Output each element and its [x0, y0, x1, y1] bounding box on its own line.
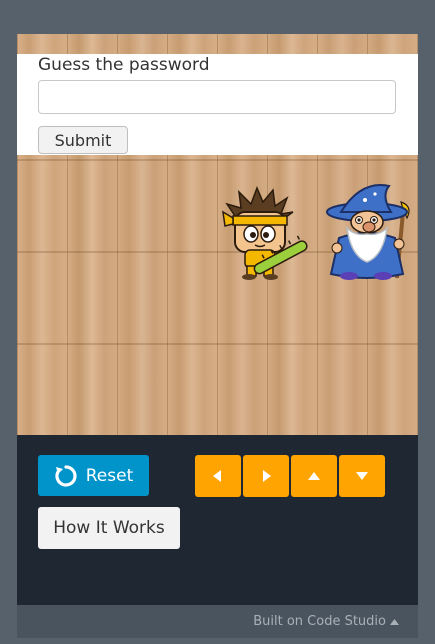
up-arrow-button[interactable]: [291, 455, 337, 497]
password-input[interactable]: [38, 80, 396, 114]
arrow-down-icon: [356, 472, 368, 480]
controls-panel: Reset How It Works: [17, 435, 418, 605]
right-arrow-button[interactable]: [243, 455, 289, 497]
left-arrow-button[interactable]: [195, 455, 241, 497]
app-frame: Guess the password Submit Reset How It W…: [17, 34, 418, 605]
reset-icon: [55, 464, 77, 487]
arrow-right-icon: [263, 470, 271, 482]
built-on-code-studio-link[interactable]: Built on Code Studio: [253, 614, 399, 629]
down-arrow-button[interactable]: [339, 455, 385, 497]
footer-link-label: Built on Code Studio: [253, 614, 386, 629]
reset-label: Reset: [85, 465, 134, 486]
password-label: Guess the password: [38, 55, 210, 75]
footer-bar: Built on Code Studio: [17, 605, 418, 638]
arrow-left-icon: [213, 470, 221, 482]
reset-button[interactable]: Reset: [38, 455, 149, 496]
password-panel: Guess the password Submit: [17, 54, 418, 155]
ninja-sprite: [222, 186, 308, 280]
wizard-sprite: [326, 184, 410, 280]
caret-up-icon: [390, 618, 399, 625]
arrow-up-icon: [308, 472, 320, 480]
submit-button[interactable]: Submit: [38, 126, 128, 154]
how-it-works-button[interactable]: How It Works: [38, 507, 180, 549]
game-stage[interactable]: Guess the password Submit: [17, 34, 418, 435]
